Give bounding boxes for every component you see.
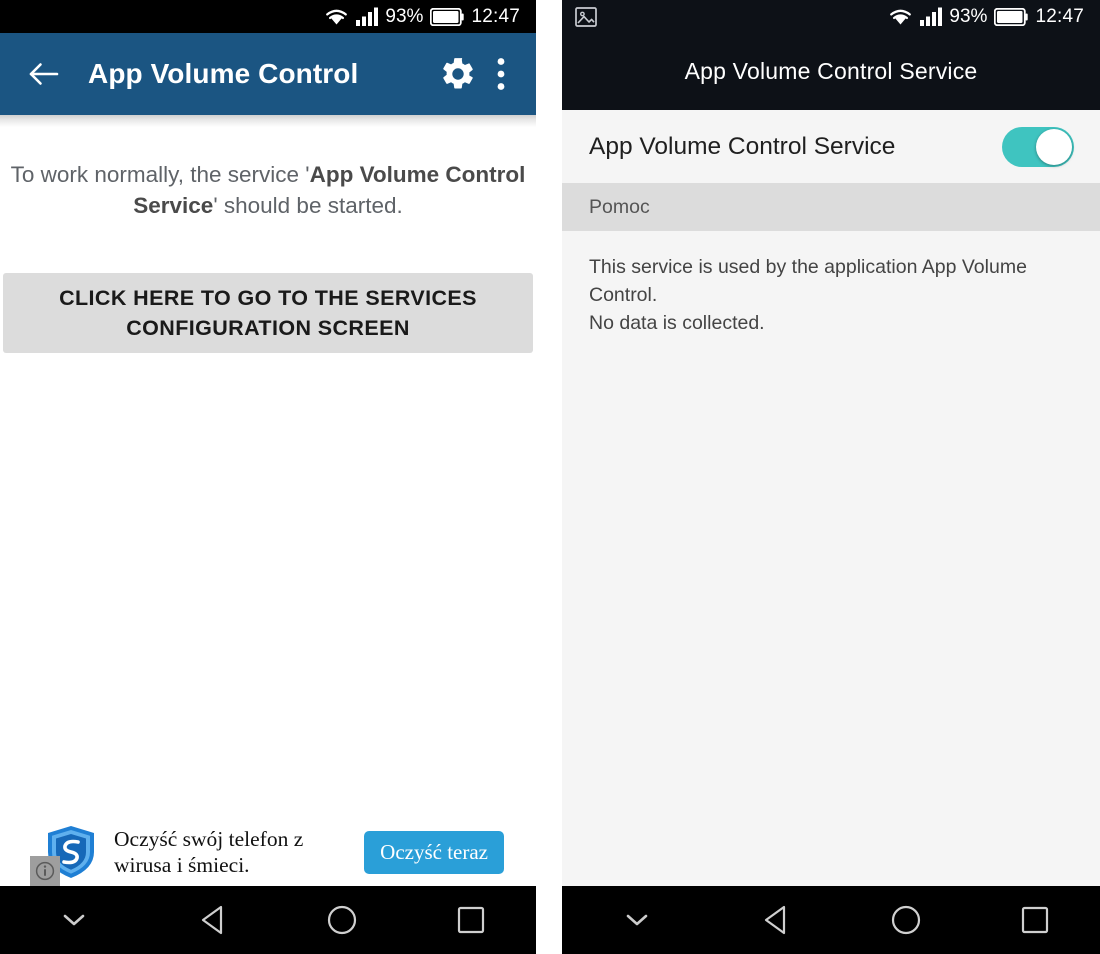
help-section-header: Pomoc: [562, 183, 1100, 231]
circle-home-icon: [326, 904, 358, 936]
battery-percent-label: 93%: [385, 6, 424, 27]
system-home-button[interactable]: [841, 886, 971, 954]
page-title: App Volume Control: [88, 58, 359, 89]
right-phone-screen: 93% 12:47 App Volume Control Service App…: [562, 0, 1100, 954]
left-status-bar: 93% 12:47: [0, 0, 536, 33]
go-to-services-config-button[interactable]: CLICK HERE TO GO TO THE SERVICES CONFIGU…: [3, 273, 533, 353]
left-app-bar: App Volume Control: [0, 33, 536, 115]
triangle-back-icon: [198, 904, 228, 936]
service-toggle-label: App Volume Control Service: [589, 132, 896, 160]
gear-icon: [439, 55, 477, 93]
arrow-left-icon: [28, 61, 60, 87]
help-section-label: Pomoc: [589, 195, 650, 218]
back-button[interactable]: [22, 52, 66, 96]
ad-banner[interactable]: Oczyść swój telefon z wirusa i śmieci. O…: [0, 818, 536, 886]
system-home-button[interactable]: [278, 886, 407, 954]
right-content-area: App Volume Control Service Pomoc This se…: [562, 110, 1100, 886]
square-recents-icon: [1020, 905, 1050, 935]
settings-button[interactable]: [434, 50, 482, 98]
ad-headline-line-1: Oczyść swój telefon z: [114, 827, 304, 851]
clock-label: 12:47: [1035, 6, 1084, 27]
triangle-back-icon: [761, 904, 791, 936]
battery-icon: [994, 7, 1029, 26]
left-content-area: To work normally, the service 'App Volum…: [0, 127, 536, 886]
wifi-icon: [888, 7, 913, 26]
status-bar-right-group-2: 93% 12:47: [888, 7, 1090, 26]
clock-label: 12:47: [471, 6, 520, 27]
ad-headline: Oczyść swój telefon z wirusa i śmieci.: [114, 826, 364, 878]
ad-cta-button[interactable]: Oczyść teraz: [364, 830, 504, 874]
chevron-down-icon: [625, 913, 649, 927]
left-navigation-bar: [0, 886, 536, 954]
cellular-signal-icon: [920, 7, 943, 26]
battery-icon: [430, 7, 465, 26]
more-vertical-icon: [497, 57, 505, 91]
service-description: This service is used by the application …: [562, 231, 1100, 886]
image-notification-icon: [574, 5, 598, 29]
app-bar-shadow: [0, 115, 536, 127]
description-line-2: No data is collected.: [589, 312, 765, 334]
square-recents-icon: [456, 905, 486, 935]
service-toggle-row[interactable]: App Volume Control Service: [562, 110, 1100, 183]
ad-info-badge[interactable]: [30, 856, 60, 886]
hide-navbar-button[interactable]: [562, 886, 711, 954]
status-bar-right-group: 93% 12:47: [324, 7, 526, 26]
system-recents-button[interactable]: [970, 886, 1100, 954]
system-recents-button[interactable]: [407, 886, 536, 954]
hide-navbar-button[interactable]: [0, 886, 149, 954]
right-header: App Volume Control Service: [562, 33, 1100, 110]
ad-headline-line-2: wirusa i śmieci.: [114, 853, 250, 877]
dual-screenshot-container: 93% 12:47 App Volume Control To work nor…: [0, 0, 1100, 954]
status-bar-left-group: [574, 5, 598, 29]
system-back-button[interactable]: [711, 886, 841, 954]
left-phone-screen: 93% 12:47 App Volume Control To work nor…: [0, 0, 536, 954]
screen-divider: [536, 0, 562, 954]
wifi-icon: [324, 7, 349, 26]
cellular-signal-icon: [356, 7, 379, 26]
info-icon: [35, 861, 55, 881]
service-page-title: App Volume Control Service: [684, 58, 978, 84]
notice-prefix: To work normally, the service ': [10, 162, 310, 187]
toggle-knob: [1036, 128, 1072, 165]
service-notice-text: To work normally, the service 'App Volum…: [2, 159, 534, 221]
overflow-menu-button[interactable]: [482, 50, 520, 98]
system-back-button[interactable]: [149, 886, 278, 954]
battery-percent-label: 93%: [949, 6, 988, 27]
right-navigation-bar: [562, 886, 1100, 954]
description-line-1: This service is used by the application …: [589, 256, 1027, 306]
service-toggle-switch[interactable]: [1002, 126, 1074, 167]
right-status-bar: 93% 12:47: [562, 0, 1100, 33]
circle-home-icon: [890, 904, 922, 936]
notice-suffix: ' should be started.: [213, 193, 403, 218]
chevron-down-icon: [62, 913, 86, 927]
